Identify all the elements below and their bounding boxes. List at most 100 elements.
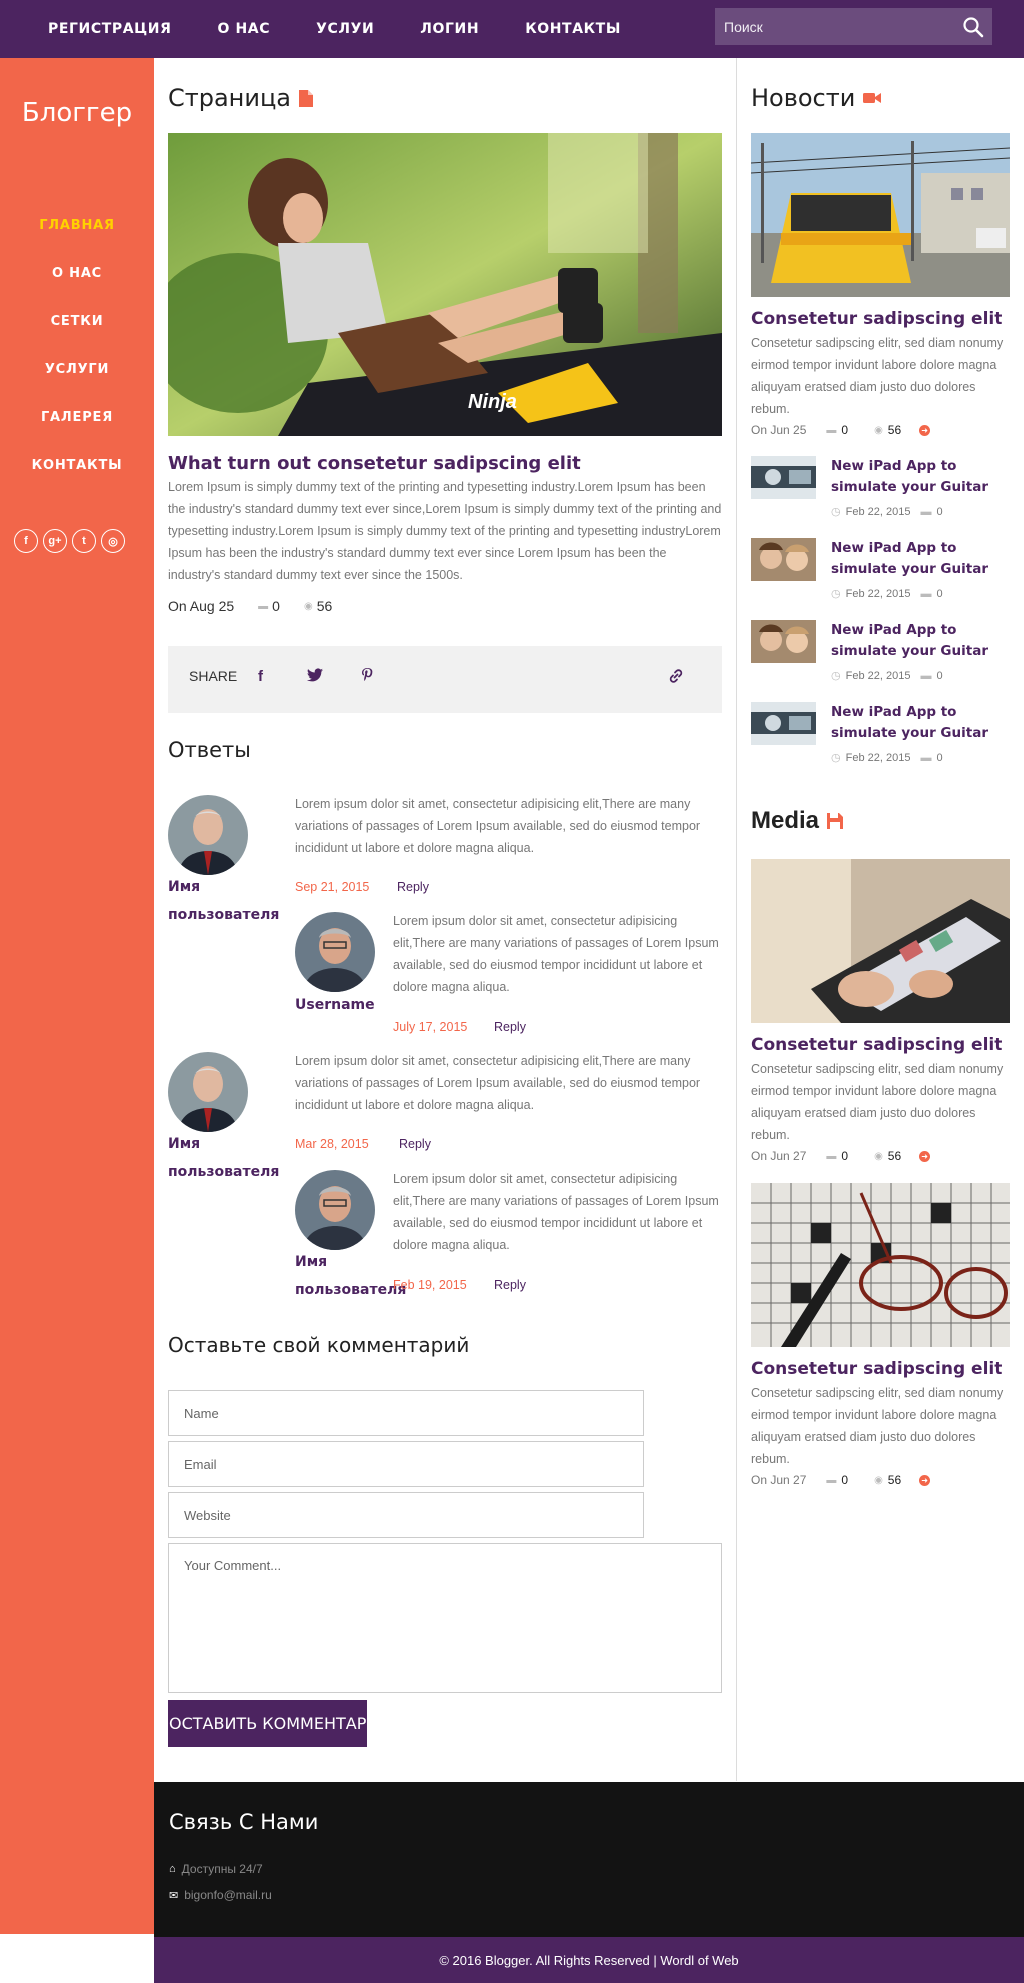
topnav-login[interactable]: ЛОГИН: [420, 21, 479, 37]
media-title[interactable]: Consetetur sadipscing elit: [751, 1359, 1002, 1379]
submit-comment-button[interactable]: ОСТАВИТЬ КОММЕНТАРИЙ: [168, 1700, 367, 1747]
brand-logo[interactable]: Блоггер: [0, 98, 154, 128]
post-title[interactable]: What turn out consetetur sadipscing elit: [168, 453, 581, 474]
facebook-icon[interactable]: f: [14, 529, 38, 553]
avatar: [168, 1052, 248, 1132]
comment-icon: ▬: [920, 669, 932, 682]
mini-post-title[interactable]: New iPad App to simulate your Guitar: [831, 620, 991, 662]
link-icon[interactable]: [668, 668, 684, 688]
comment-icon: ▬: [920, 505, 932, 518]
hero-image: Ninja: [168, 133, 722, 436]
comment-text: Lorem ipsum dolor sit amet, consectetur …: [393, 914, 719, 994]
comment-icon: ▬: [920, 751, 932, 764]
search-input[interactable]: [715, 8, 950, 45]
facebook-share-icon[interactable]: f: [258, 668, 263, 685]
post-comment-count: 0: [272, 598, 280, 614]
mini-post-title[interactable]: New iPad App to simulate your Guitar: [831, 538, 991, 580]
search-box: [715, 8, 992, 45]
media-comment-count: 0: [841, 1149, 849, 1163]
file-icon: [299, 89, 314, 107]
reply-link[interactable]: Reply: [494, 1020, 526, 1034]
website-field[interactable]: [168, 1492, 644, 1538]
news-title[interactable]: Consetetur sadipscing elit: [751, 309, 1002, 329]
answers-heading: Ответы: [168, 738, 251, 762]
news-comment-count: 0: [841, 423, 849, 437]
mini-post: New iPad App to simulate your Guitar ◷ Fe…: [751, 620, 1010, 690]
media-title[interactable]: Consetetur sadipscing elit: [751, 1035, 1002, 1055]
comment-icon: ▬: [826, 424, 837, 436]
comment-date: July 17, 2015: [393, 1020, 468, 1034]
sidebar-item-contacts[interactable]: КОНТАКТЫ: [0, 452, 154, 500]
mini-post-title[interactable]: New iPad App to simulate your Guitar: [831, 456, 991, 498]
media-comment-count: 0: [841, 1473, 849, 1487]
media-heading: Media: [751, 807, 844, 835]
topnav-register[interactable]: РЕГИСТРАЦИЯ: [48, 21, 171, 37]
mini-post-thumb[interactable]: [751, 456, 816, 499]
comment-textarea[interactable]: [168, 1543, 722, 1693]
post-body: Lorem Ipsum is simply dummy text of the …: [168, 480, 722, 582]
arrow-right-icon[interactable]: ➜: [919, 424, 931, 436]
arrow-right-icon[interactable]: ➜: [919, 1474, 931, 1486]
media-view-count: 56: [887, 1149, 902, 1163]
comment-date: Mar 28, 2015: [295, 1137, 369, 1151]
clock-icon: ◷: [831, 588, 841, 600]
email-field[interactable]: [168, 1441, 644, 1487]
sidebar-item-grids[interactable]: СЕТКИ: [0, 308, 154, 356]
clock-icon: ◷: [831, 506, 841, 518]
social-links: f g+ t ◎: [14, 529, 130, 553]
topnav-services[interactable]: УСЛУИ: [316, 21, 374, 37]
mini-post-thumb[interactable]: [751, 538, 816, 581]
google-plus-icon[interactable]: g+: [43, 529, 67, 553]
search-icon[interactable]: [962, 16, 984, 38]
avatar: [295, 912, 375, 992]
comment-author[interactable]: Имя пользователя: [168, 1130, 286, 1186]
pinterest-share-icon[interactable]: [361, 668, 374, 688]
comment-author[interactable]: Имя пользователя: [295, 1248, 413, 1304]
sidebar-item-services[interactable]: УСЛУГИ: [0, 356, 154, 404]
mini-post: New iPad App to simulate your Guitar ◷ Fe…: [751, 456, 1010, 526]
twitter-icon[interactable]: t: [72, 529, 96, 553]
news-meta: On Jun 25 ▬ 0 ◉ 56 ➜: [751, 423, 931, 437]
post-view-count: 56: [316, 598, 333, 614]
news-image[interactable]: [751, 133, 1010, 297]
mini-post: New iPad App to simulate your Guitar ◷ Fe…: [751, 538, 1010, 608]
topnav-about[interactable]: О НАС: [217, 21, 270, 37]
footer-availability: ⌂ Доступны 24/7: [169, 1862, 263, 1876]
reply-link[interactable]: Reply: [399, 1137, 431, 1151]
mini-post-thumb[interactable]: [751, 620, 816, 663]
mini-post-title[interactable]: New iPad App to simulate your Guitar: [831, 702, 991, 744]
footer-heading: Связь С Нами: [169, 1810, 319, 1834]
media-meta: On Jun 27 ▬ 0 ◉ 56 ➜: [751, 1149, 931, 1163]
leave-comment-heading: Оставьте свой комментарий: [168, 1333, 470, 1357]
news-heading: Новости: [751, 84, 882, 112]
mini-post: New iPad App to simulate your Guitar ◷ Fe…: [751, 702, 1010, 772]
sidebar-item-about[interactable]: О НАС: [0, 260, 154, 308]
sidebar: Блоггер ГЛАВНАЯ О НАС СЕТКИ УСЛУГИ ГАЛЕР…: [0, 58, 154, 1934]
twitter-share-icon[interactable]: [307, 668, 323, 686]
avatar: [168, 795, 248, 875]
sidebar-item-gallery[interactable]: ГАЛЕРЕЯ: [0, 404, 154, 452]
reply-link[interactable]: Reply: [494, 1278, 526, 1292]
media-image[interactable]: [751, 1183, 1010, 1347]
sidebar-item-home[interactable]: ГЛАВНАЯ: [0, 212, 154, 260]
svg-text:Ninja: Ninja: [468, 391, 517, 413]
eye-icon: ◉: [874, 424, 883, 436]
dribbble-icon[interactable]: ◎: [101, 529, 125, 553]
mini-post-thumb[interactable]: [751, 702, 816, 745]
clock-icon: ◷: [831, 670, 841, 682]
topnav-contacts[interactable]: КОНТАКТЫ: [525, 21, 621, 37]
comment-author[interactable]: Имя пользователя: [168, 873, 286, 929]
copyright-bar: © 2016 Blogger. All Rights Reserved | Wo…: [154, 1937, 1024, 1983]
sidebar-menu: ГЛАВНАЯ О НАС СЕТКИ УСЛУГИ ГАЛЕРЕЯ КОНТА…: [0, 212, 154, 500]
arrow-right-icon[interactable]: ➜: [919, 1150, 931, 1162]
comment-date: Feb 19, 2015: [393, 1278, 467, 1292]
reply-link[interactable]: Reply: [397, 880, 429, 894]
name-field[interactable]: [168, 1390, 644, 1436]
eye-icon: ◉: [303, 600, 313, 612]
comment-author[interactable]: Username: [295, 991, 375, 1019]
column-divider: [736, 58, 737, 1781]
comment-icon: ▬: [826, 1150, 837, 1162]
share-label: SHARE: [189, 668, 238, 684]
media-image[interactable]: [751, 859, 1010, 1023]
mini-post-meta: ◷ Feb 22, 2015 ▬ 0: [831, 751, 943, 765]
